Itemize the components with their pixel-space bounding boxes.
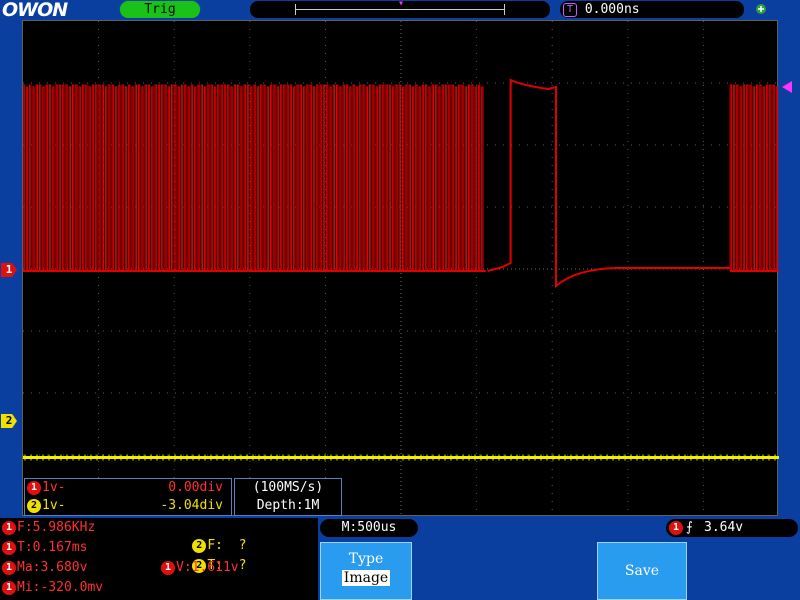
rising-edge-icon: ⨍ xyxy=(686,520,693,535)
type-softkey-value: Image xyxy=(341,570,391,586)
ch1-badge-icon: 1 xyxy=(27,481,41,495)
measurement-value: V:1.611v xyxy=(176,560,239,575)
ch1-waveform-pulse xyxy=(487,78,731,289)
waveform-display xyxy=(22,20,779,517)
measurement-ch2-period: 2 T: ? xyxy=(161,539,246,573)
measurement-ch1-frequency: 1 F:5.986KHz xyxy=(2,519,95,537)
measurement-value: Ma:3.680v xyxy=(17,560,88,575)
memory-bar-left-bracket xyxy=(295,4,296,15)
measurement-value: T:0.167ms xyxy=(17,540,88,555)
timebase-readout[interactable]: M:500us xyxy=(320,519,418,537)
ch1-offset-marker[interactable]: 1 xyxy=(1,263,17,277)
measurement-panel: 1 F:5.986KHz 1 T:0.167ms 1 Ma:3.680v 1 Mi:-3… xyxy=(0,518,318,600)
ch2-offset-marker[interactable]: 2 xyxy=(1,414,17,428)
ch2-info-row: 2 1v- -3.04div xyxy=(25,497,231,515)
ch1-badge-icon: 1 xyxy=(2,580,16,595)
measurement-value: F:5.986KHz xyxy=(17,520,96,535)
waveform-canvas xyxy=(23,21,779,517)
trigger-status-badge: Trig xyxy=(120,1,200,18)
ch2-offset-value: -3.04div xyxy=(160,498,223,513)
channel-info-box: 1 1v- 0.00div 2 1v- -3.04div xyxy=(24,478,232,516)
ch2-scale-label: 1v- xyxy=(42,498,66,513)
trigger-point-marker-icon: ▾ xyxy=(398,0,405,9)
memory-depth: Depth:1M xyxy=(256,498,320,513)
trigger-level-readout[interactable]: 1 ⨍ 3.64v xyxy=(666,519,798,537)
ch1-info-row: 1 1v- 0.00div xyxy=(25,479,231,497)
trigger-source-badge-icon: 1 xyxy=(669,521,683,535)
measurement-ch2-frequency: 2 F: ? xyxy=(161,519,246,553)
measurement-ch1-min: 1 Mi:-320.0mv xyxy=(2,579,103,597)
measurement-ch1-max: 1 Ma:3.680v xyxy=(2,559,87,577)
measurement-ch1-period: 1 T:0.167ms xyxy=(2,539,87,557)
measurement-value: Mi:-320.0mv xyxy=(17,580,104,595)
horizontal-position-readout: T 0.000ns xyxy=(560,1,744,18)
trigger-position-icon: T xyxy=(563,2,577,17)
measurement-ch1-vpp: 1 V:1.611v xyxy=(161,559,239,577)
ch1-badge-icon: 1 xyxy=(2,560,16,575)
memory-bar-right-bracket xyxy=(504,4,505,15)
usb-icon xyxy=(756,4,766,14)
ch1-scale-label: 1v- xyxy=(42,480,66,495)
ch2-badge-icon: 2 xyxy=(27,499,41,513)
top-status-bar: OWON Trig ▾ T 0.000ns xyxy=(0,0,800,21)
trigger-level-marker-icon[interactable] xyxy=(782,81,792,93)
trigger-level-value: 3.64v xyxy=(704,520,744,535)
ch1-waveform-bursts xyxy=(23,84,779,271)
memory-position-bar: ▾ xyxy=(250,0,550,18)
horizontal-position-value: 0.000ns xyxy=(584,2,640,17)
ch1-badge-icon: 1 xyxy=(2,520,16,535)
ch1-badge-icon: 1 xyxy=(161,560,175,575)
sample-rate: (100MS/s) xyxy=(252,480,324,495)
type-softkey[interactable]: Type Image xyxy=(320,542,412,600)
save-softkey[interactable]: Save xyxy=(597,542,687,600)
ch1-offset-value: 0.00div xyxy=(168,480,223,495)
memory-bar-line xyxy=(295,9,505,10)
ch1-badge-icon: 1 xyxy=(2,540,16,555)
brand-logo: OWON xyxy=(2,0,68,21)
type-softkey-title: Type xyxy=(348,551,384,567)
acquisition-info-box: (100MS/s) Depth:1M xyxy=(234,478,342,516)
